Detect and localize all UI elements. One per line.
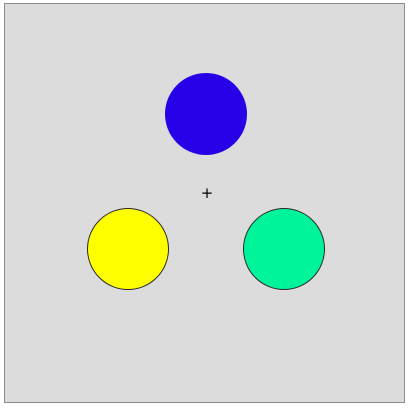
blue-circle-target[interactable] — [165, 73, 247, 155]
yellow-circle-target[interactable] — [87, 208, 169, 290]
green-circle-target[interactable] — [243, 208, 325, 290]
fixation-cross: + — [200, 184, 214, 202]
stimulus-canvas: + — [4, 3, 405, 403]
